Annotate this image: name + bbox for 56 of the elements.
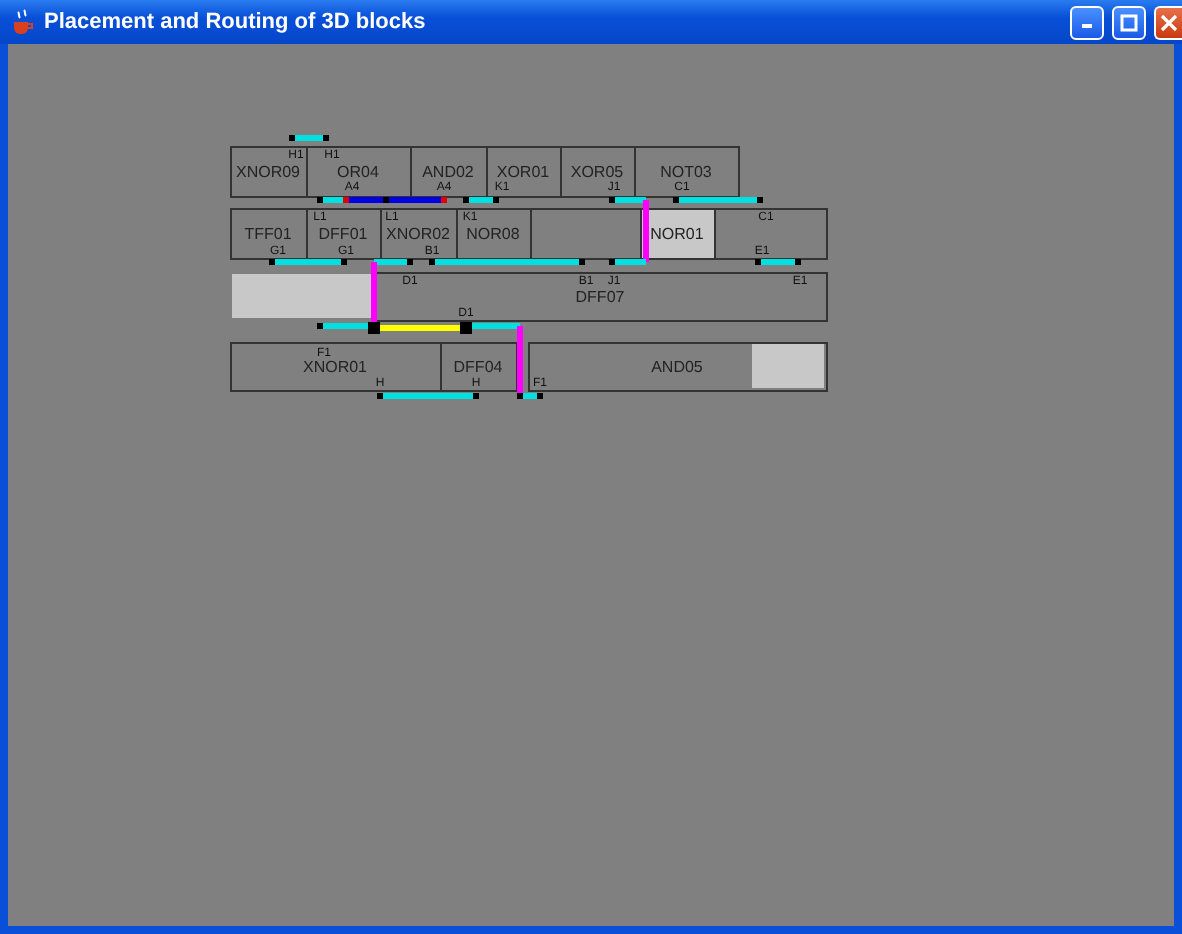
maximize-icon	[1120, 13, 1138, 31]
block-label: AND05	[651, 358, 703, 376]
java-cup-icon	[8, 8, 36, 36]
minimize-button[interactable]	[1070, 5, 1104, 39]
pin-marker	[269, 259, 275, 265]
wire	[466, 197, 496, 203]
block-label: XOR05	[570, 163, 624, 181]
pin-marker	[579, 259, 585, 265]
close-button[interactable]	[1154, 5, 1182, 39]
pin-marker	[463, 197, 469, 203]
pin-marker	[473, 393, 479, 399]
pin-marker	[755, 259, 761, 265]
pin-marker	[407, 259, 413, 265]
maximize-button[interactable]	[1112, 5, 1146, 39]
pin-marker	[368, 322, 380, 334]
pin-marker	[757, 197, 763, 203]
block-label: AND02	[422, 163, 474, 181]
wire	[676, 197, 760, 203]
block-label: DFF01	[318, 225, 368, 243]
pin-marker	[493, 197, 499, 203]
pin-marker	[289, 135, 295, 141]
block-label: NOR01	[650, 225, 704, 243]
pin-marker	[609, 197, 615, 203]
block-label: XNOR02	[386, 225, 450, 243]
window-title: Placement and Routing of 3D blocks	[44, 10, 428, 34]
pin-marker	[383, 197, 389, 203]
close-icon	[1160, 13, 1178, 31]
pin-marker	[609, 259, 615, 265]
pin-marker	[517, 393, 523, 399]
filler-area	[752, 344, 824, 388]
pin-marker	[441, 197, 447, 203]
block-label: XOR01	[496, 163, 550, 181]
block-label: TFF01	[244, 225, 292, 243]
pin-marker	[317, 197, 323, 203]
block-label: XNOR01	[303, 358, 367, 376]
wire	[272, 259, 344, 265]
pin-marker	[795, 259, 801, 265]
pin-marker	[537, 393, 543, 399]
wire	[380, 393, 476, 399]
block-label: NOR08	[466, 225, 520, 243]
wire	[292, 135, 326, 141]
block-label: XNOR09	[236, 163, 300, 181]
pin-marker	[343, 197, 349, 203]
filler-area	[232, 274, 374, 318]
pin-marker	[673, 197, 679, 203]
pin-marker	[377, 393, 383, 399]
block-label: DFF07	[575, 288, 625, 306]
wire	[758, 259, 798, 265]
pin-marker	[323, 135, 329, 141]
block-label: OR04	[337, 163, 379, 181]
pin-marker	[429, 259, 435, 265]
pin-marker	[341, 259, 347, 265]
block-label: NOT03	[660, 163, 712, 181]
pin-marker	[317, 323, 323, 329]
block-label: DFF04	[453, 358, 503, 376]
pin-marker	[460, 322, 472, 334]
